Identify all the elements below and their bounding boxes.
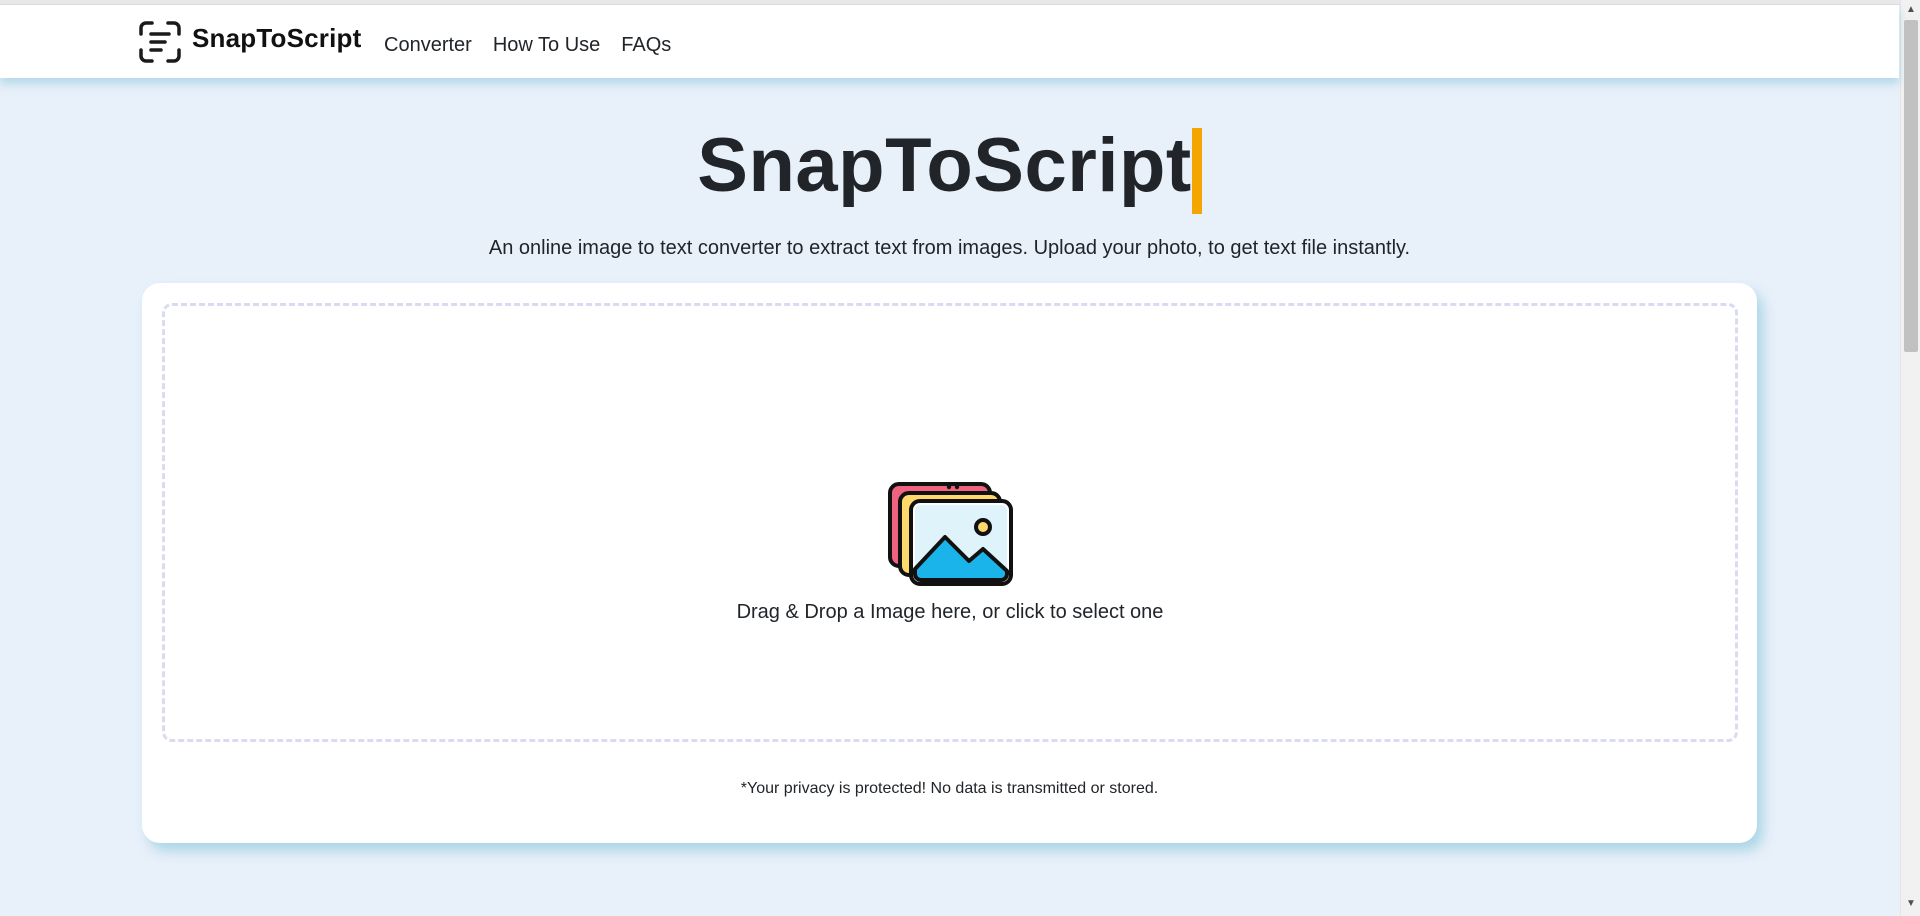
vertical-scrollbar[interactable]: ▲ ▼ bbox=[1900, 0, 1920, 916]
page: SnapToScript Converter How To Use FAQs S… bbox=[0, 0, 1920, 916]
hero-title-wrap: SnapToScript bbox=[697, 122, 1202, 214]
typing-cursor bbox=[1191, 128, 1202, 214]
nav-link-how-to-use[interactable]: How To Use bbox=[493, 34, 600, 57]
hero-subtitle: An online image to text converter to ext… bbox=[488, 237, 1411, 259]
nav-link-converter[interactable]: Converter bbox=[384, 34, 472, 57]
navbar: SnapToScript Converter How To Use FAQs bbox=[0, 5, 1899, 78]
brand-link[interactable]: SnapToScript bbox=[138, 20, 361, 64]
hero-title: SnapToScript bbox=[697, 123, 1192, 208]
nav-links: Converter How To Use FAQs bbox=[384, 34, 671, 57]
hero-title-container: SnapToScript bbox=[0, 122, 1899, 214]
scroll-down-arrow-icon[interactable]: ▼ bbox=[1901, 896, 1920, 912]
scroll-thumb[interactable] bbox=[1904, 20, 1918, 352]
nav-link-faqs[interactable]: FAQs bbox=[621, 34, 671, 57]
scroll-up-arrow-icon[interactable]: ▲ bbox=[1901, 2, 1920, 18]
scan-text-icon bbox=[139, 21, 181, 63]
upload-card: Drag & Drop a Image here, or click to se… bbox=[142, 283, 1757, 843]
images-stack-icon bbox=[888, 482, 1013, 586]
image-dropzone[interactable]: Drag & Drop a Image here, or click to se… bbox=[162, 303, 1738, 742]
dropzone-prompt: Drag & Drop a Image here, or click to se… bbox=[736, 601, 1164, 623]
brand-name: SnapToScript bbox=[192, 22, 362, 53]
privacy-note: *Your privacy is protected! No data is t… bbox=[740, 780, 1159, 797]
